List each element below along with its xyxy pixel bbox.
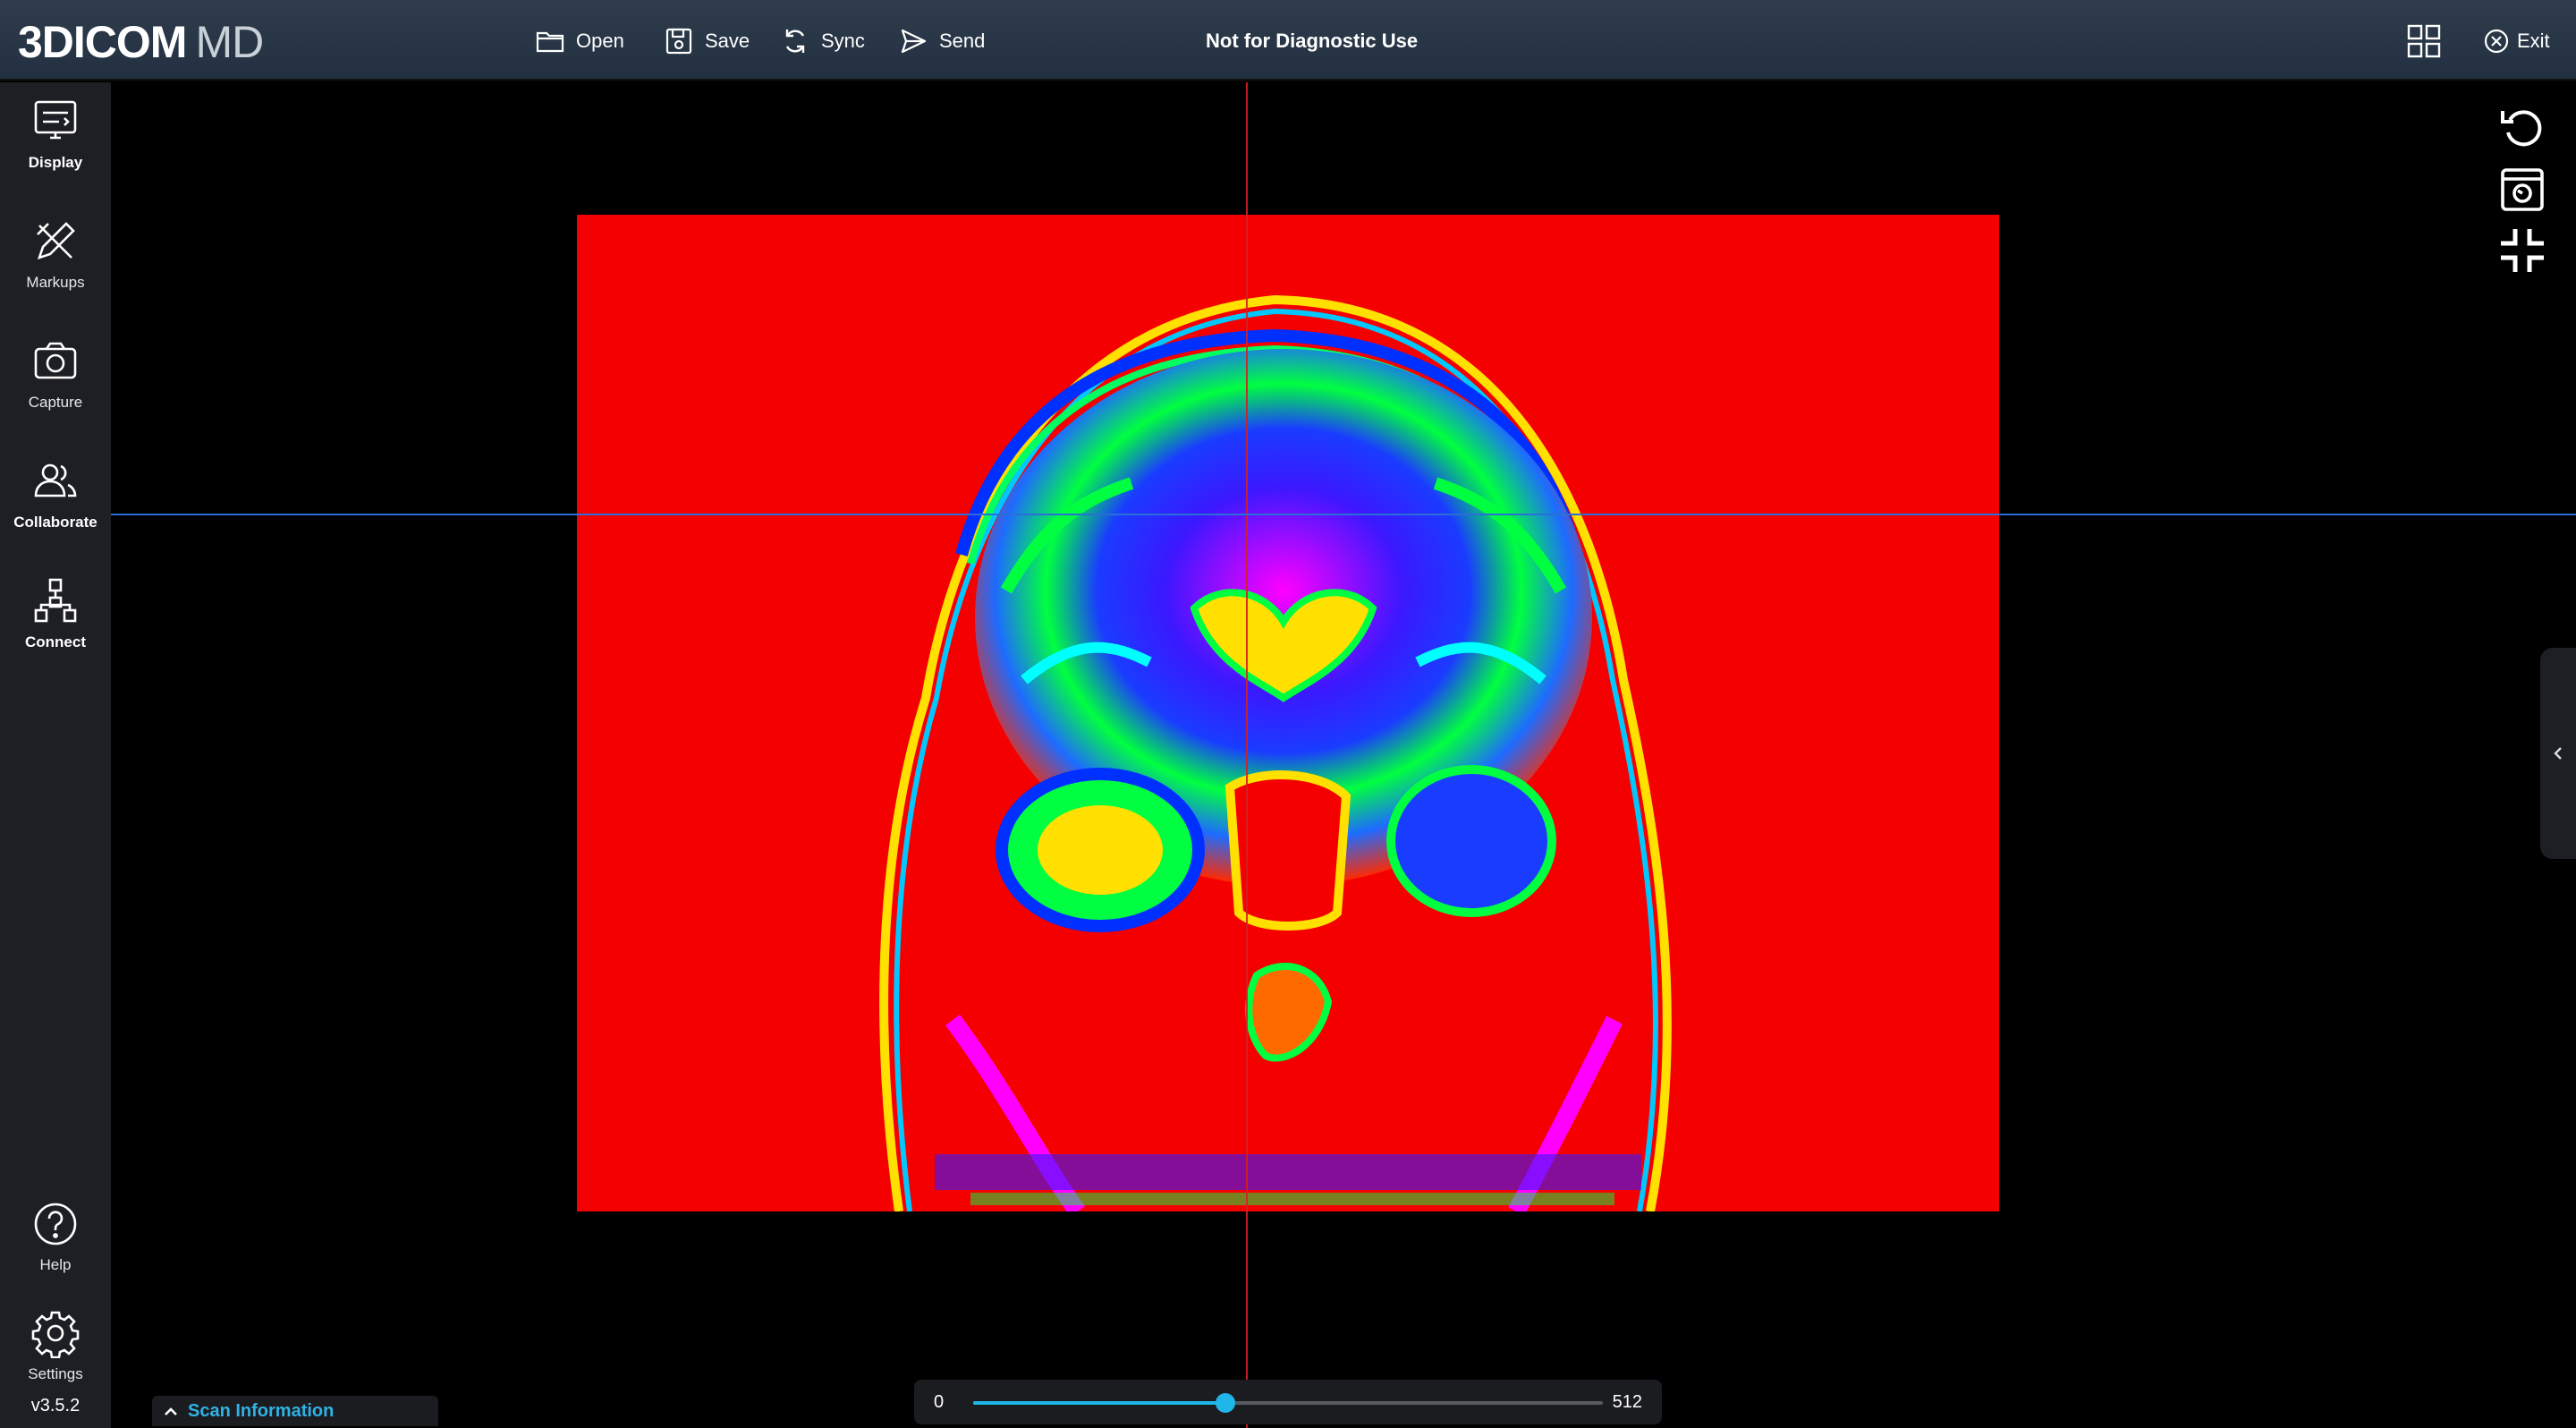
app-logo: 3DICOM MD <box>18 16 264 67</box>
sidebar-item-collaborate[interactable]: Collaborate <box>0 447 111 546</box>
save-button[interactable]: Save <box>664 23 750 59</box>
logo-main: 3DICOM <box>18 17 187 67</box>
chevron-up-icon <box>165 1407 177 1415</box>
collapse-icon <box>2501 229 2544 272</box>
sidebar-item-markups[interactable]: Markups <box>0 208 111 306</box>
reset-view-button[interactable] <box>2497 102 2547 152</box>
markups-icon <box>37 222 75 260</box>
right-panel-expand-handle[interactable] <box>2540 648 2576 859</box>
slice-max-label: 512 <box>1612 1392 1642 1412</box>
collaborate-icon <box>34 463 77 497</box>
chevron-left-icon <box>2554 747 2562 760</box>
logo-sub: MD <box>195 17 264 67</box>
sync-label: Sync <box>821 30 865 52</box>
sidebar-item-capture[interactable]: Capture <box>0 327 111 426</box>
folder-icon <box>536 31 564 53</box>
exit-label: Exit <box>2517 30 2550 52</box>
camera-icon <box>34 342 77 379</box>
save-label: Save <box>705 30 750 52</box>
sidebar-item-display[interactable]: Display <box>0 88 111 186</box>
connect-icon <box>34 578 77 623</box>
crosshair-vertical[interactable] <box>1246 82 1248 1428</box>
send-label: Send <box>939 30 986 52</box>
slice-track[interactable] <box>973 1393 1603 1413</box>
help-label: Help <box>39 1256 72 1273</box>
sidebar-item-label: Connect <box>25 633 86 650</box>
help-icon <box>34 1203 77 1245</box>
undo-icon <box>2501 110 2542 147</box>
send-icon <box>901 29 927 54</box>
save-icon <box>665 28 692 55</box>
exit-button[interactable]: Exit <box>2483 23 2550 59</box>
brain-coronal-slice <box>577 215 1999 1211</box>
sidebar-item-label: Collaborate <box>13 514 97 531</box>
grid-layout-icon <box>2407 24 2441 58</box>
sync-button[interactable]: Sync <box>780 23 865 59</box>
mri-scan-image[interactable] <box>577 215 1999 1211</box>
open-button[interactable]: Open <box>535 23 624 59</box>
exit-fullscreen-button[interactable] <box>2497 225 2547 276</box>
gear-icon <box>31 1311 80 1358</box>
send-button[interactable]: Send <box>898 23 985 59</box>
display-icon <box>34 100 77 140</box>
settings-label: Settings <box>28 1365 83 1382</box>
screenshot-icon <box>2501 168 2544 211</box>
slice-slider[interactable]: 0 512 <box>914 1380 1662 1424</box>
disclaimer-text: Not for Diagnostic Use <box>1206 30 1419 52</box>
close-circle-icon <box>2484 29 2509 54</box>
scan-information-label: Scan Information <box>188 1400 335 1421</box>
scan-information-toggle[interactable]: Scan Information <box>152 1396 438 1426</box>
sidebar-item-label: Display <box>28 154 83 171</box>
crosshair-horizontal[interactable] <box>111 514 2576 515</box>
sidebar-item-connect[interactable]: Connect <box>0 567 111 666</box>
left-sidebar: Display Markups Capture Collaborate Conn… <box>0 82 111 1428</box>
top-bar: 3DICOM MD Open Save Sync Send Not for Di… <box>0 0 2576 81</box>
open-label: Open <box>576 30 624 52</box>
layout-button[interactable] <box>2406 23 2442 59</box>
slice-thumb[interactable] <box>1215 1393 1235 1413</box>
slice-min-label: 0 <box>934 1392 945 1412</box>
version-label: v3.5.2 <box>30 1396 80 1415</box>
settings-button[interactable]: Settings <box>0 1299 111 1398</box>
help-button[interactable]: Help <box>0 1190 111 1288</box>
sync-icon <box>785 30 805 53</box>
slice-track-fill <box>973 1401 1225 1405</box>
sidebar-item-label: Capture <box>28 394 83 411</box>
snapshot-button[interactable] <box>2497 165 2547 215</box>
sidebar-item-label: Markups <box>26 274 85 291</box>
